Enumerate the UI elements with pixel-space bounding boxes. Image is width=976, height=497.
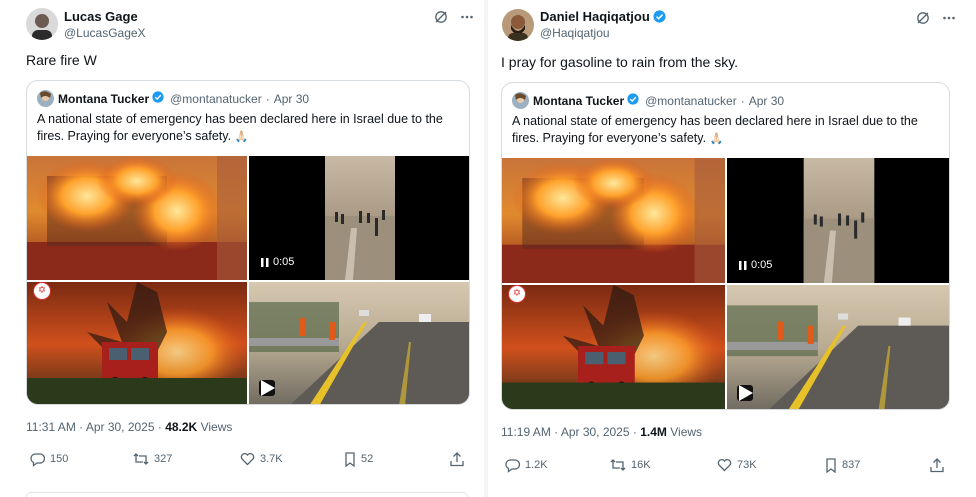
reply-icon bbox=[30, 452, 45, 467]
author-name[interactable]: Daniel Haqiqatjou bbox=[540, 9, 666, 26]
tweet-card-left: Lucas Gage @LucasGageX Rare fire W Monta… bbox=[0, 0, 484, 497]
media-fire-truck[interactable] bbox=[502, 158, 725, 283]
repost-icon bbox=[133, 452, 149, 466]
bookmark-icon bbox=[825, 457, 837, 473]
avatar[interactable] bbox=[26, 8, 58, 40]
media-fire-truck[interactable] bbox=[27, 156, 247, 280]
author-handle[interactable]: @Haqiqatjou bbox=[540, 26, 610, 40]
author-name[interactable]: Lucas Gage bbox=[64, 9, 138, 24]
quote-author-name: Montana Tucker bbox=[533, 93, 625, 108]
like-icon bbox=[717, 458, 732, 472]
media-grid: 0:05 ✡ bbox=[502, 158, 949, 409]
like-button[interactable]: 73K bbox=[717, 458, 757, 472]
share-button[interactable] bbox=[930, 457, 944, 473]
play-icon[interactable] bbox=[259, 380, 275, 396]
avatar[interactable] bbox=[502, 9, 534, 41]
media-forest-fire[interactable]: ✡ bbox=[502, 285, 725, 409]
verified-icon bbox=[152, 91, 164, 106]
like-button[interactable]: 3.7K bbox=[240, 452, 283, 466]
repost-icon bbox=[610, 458, 626, 472]
bookmark-count: 52 bbox=[361, 453, 374, 465]
quoted-tweet[interactable]: Montana Tucker @montanatucker · Apr 30 A… bbox=[501, 82, 950, 410]
media-forest-fire[interactable]: ✡ bbox=[27, 282, 247, 404]
quote-avatar bbox=[512, 92, 529, 109]
verified-icon bbox=[627, 93, 639, 108]
pause-icon[interactable] bbox=[739, 260, 747, 270]
like-count: 3.7K bbox=[260, 453, 283, 465]
media-road[interactable] bbox=[727, 285, 949, 409]
quote-header: Montana Tucker @montanatucker · Apr 30 bbox=[37, 90, 309, 107]
bookmark-button[interactable]: 837 bbox=[825, 457, 861, 473]
quote-avatar bbox=[37, 90, 54, 107]
quote-text: A national state of emergency has been d… bbox=[37, 111, 461, 146]
like-icon bbox=[240, 452, 255, 466]
quote-header: Montana Tucker @montanatucker · Apr 30 bbox=[512, 92, 784, 109]
like-count: 73K bbox=[737, 459, 757, 471]
quote-author-name: Montana Tucker bbox=[58, 91, 150, 106]
quote-text: A national state of emergency has been d… bbox=[512, 113, 941, 148]
verified-icon bbox=[653, 10, 666, 26]
tweet-card-right: Daniel Haqiqatjou @Haqiqatjou I pray for… bbox=[488, 0, 976, 497]
bookmark-icon bbox=[344, 451, 356, 467]
mda-logo: ✡ bbox=[508, 285, 526, 303]
reply-button[interactable]: 150 bbox=[30, 452, 68, 467]
grok-icon[interactable] bbox=[916, 11, 930, 25]
tweet-timestamp: 11:31 AM · Apr 30, 2025 · 48.2K Views bbox=[26, 420, 233, 434]
repost-button[interactable]: 327 bbox=[133, 452, 172, 466]
more-icon[interactable] bbox=[460, 10, 474, 24]
reply-icon bbox=[505, 458, 520, 473]
tweet-top-actions bbox=[434, 10, 474, 24]
pause-icon[interactable] bbox=[261, 257, 269, 267]
media-road[interactable] bbox=[249, 282, 469, 404]
share-button[interactable] bbox=[450, 451, 464, 467]
media-video[interactable]: 0:05 bbox=[249, 156, 469, 280]
mda-logo: ✡ bbox=[33, 282, 51, 300]
quote-date: Apr 30 bbox=[273, 91, 310, 106]
quoted-tweet[interactable]: Montana Tucker @montanatucker · Apr 30 A… bbox=[26, 80, 470, 405]
author-handle[interactable]: @LucasGageX bbox=[64, 26, 146, 40]
media-grid: 0:05 ✡ bbox=[27, 156, 469, 404]
pray-emoji: 🙏🏻 bbox=[234, 131, 249, 143]
repost-button[interactable]: 16K bbox=[610, 458, 651, 472]
play-icon[interactable] bbox=[737, 385, 753, 401]
grok-icon[interactable] bbox=[434, 10, 448, 24]
quote-author-handle: @montanatucker bbox=[645, 93, 737, 108]
more-icon[interactable] bbox=[942, 11, 956, 25]
bookmark-count: 837 bbox=[842, 459, 861, 471]
reply-count: 150 bbox=[50, 453, 69, 465]
repost-count: 327 bbox=[154, 453, 173, 465]
video-duration: 0:05 bbox=[739, 259, 772, 271]
quote-author-handle: @montanatucker bbox=[170, 91, 262, 106]
tweet-text: Rare fire W bbox=[26, 52, 97, 68]
tweet-timestamp: 11:19 AM · Apr 30, 2025 · 1.4M Views bbox=[501, 425, 703, 439]
reply-button[interactable]: 1.2K bbox=[505, 458, 548, 473]
share-icon bbox=[930, 457, 944, 473]
media-video[interactable]: 0:05 bbox=[727, 158, 949, 283]
tweet-text: I pray for gasoline to rain from the sky… bbox=[501, 54, 739, 70]
bookmark-button[interactable]: 52 bbox=[344, 451, 374, 467]
reply-count: 1.2K bbox=[525, 459, 548, 471]
view-count: 48.2K bbox=[165, 420, 198, 434]
repost-count: 16K bbox=[631, 459, 651, 471]
quote-date: Apr 30 bbox=[748, 93, 785, 108]
pray-emoji: 🙏🏻 bbox=[709, 133, 724, 145]
view-count: 1.4M bbox=[640, 425, 667, 439]
share-icon bbox=[450, 451, 464, 467]
next-tweet-card bbox=[26, 492, 468, 497]
tweet-top-actions bbox=[916, 11, 956, 25]
video-duration: 0:05 bbox=[261, 256, 294, 268]
